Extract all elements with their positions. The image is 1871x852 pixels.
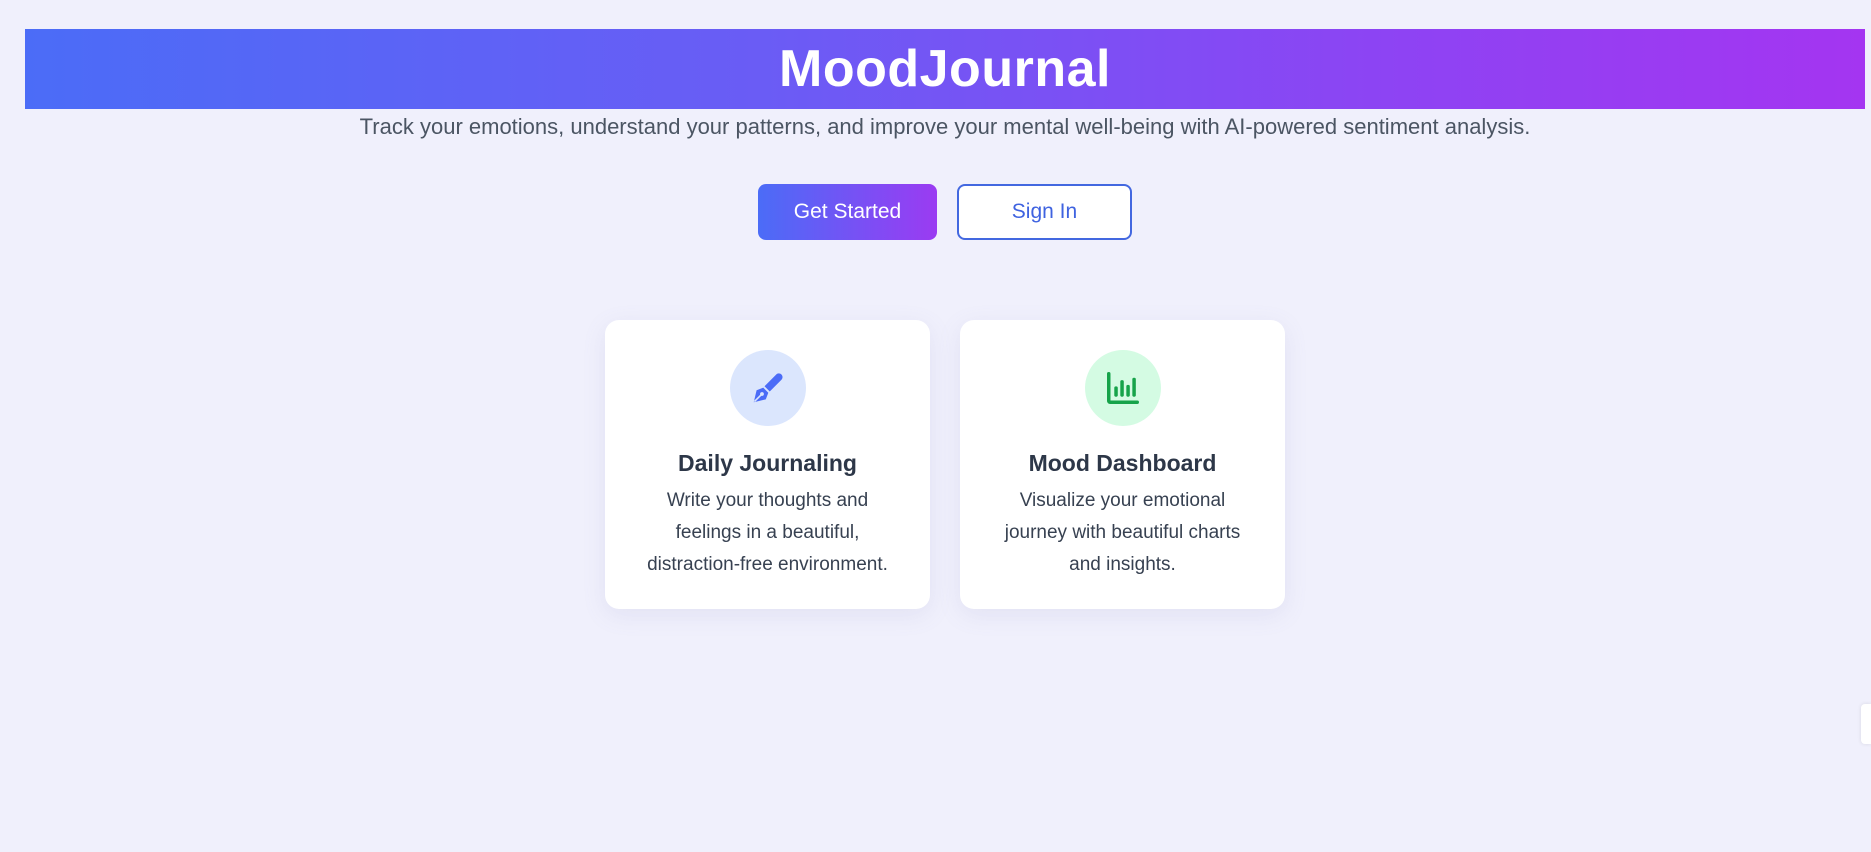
app-title: MoodJournal [779,40,1111,98]
sign-in-button[interactable]: Sign In [957,184,1132,240]
pen-nib-icon [729,350,806,426]
feature-card-journaling: Daily Journaling Write your thoughts and… [605,320,930,609]
feature-title: Mood Dashboard [1028,450,1217,476]
side-panel-handle[interactable] [1861,704,1871,744]
get-started-button[interactable]: Get Started [758,184,937,240]
feature-description: Visualize your emotional journey with be… [1004,490,1241,575]
feature-cards: Daily Journaling Write your thoughts and… [605,320,1285,609]
feature-title: Daily Journaling [678,450,857,476]
hero-actions: Get Started Sign In [758,184,1132,240]
header-banner: MoodJournal [25,29,1865,109]
feature-description: Write your thoughts and feelings in a be… [647,490,888,575]
bar-chart-icon [1084,350,1161,426]
feature-card-dashboard: Mood Dashboard Visualize your emotional … [960,320,1285,609]
hero-subtitle: Track your emotions, understand your pat… [359,114,1531,139]
